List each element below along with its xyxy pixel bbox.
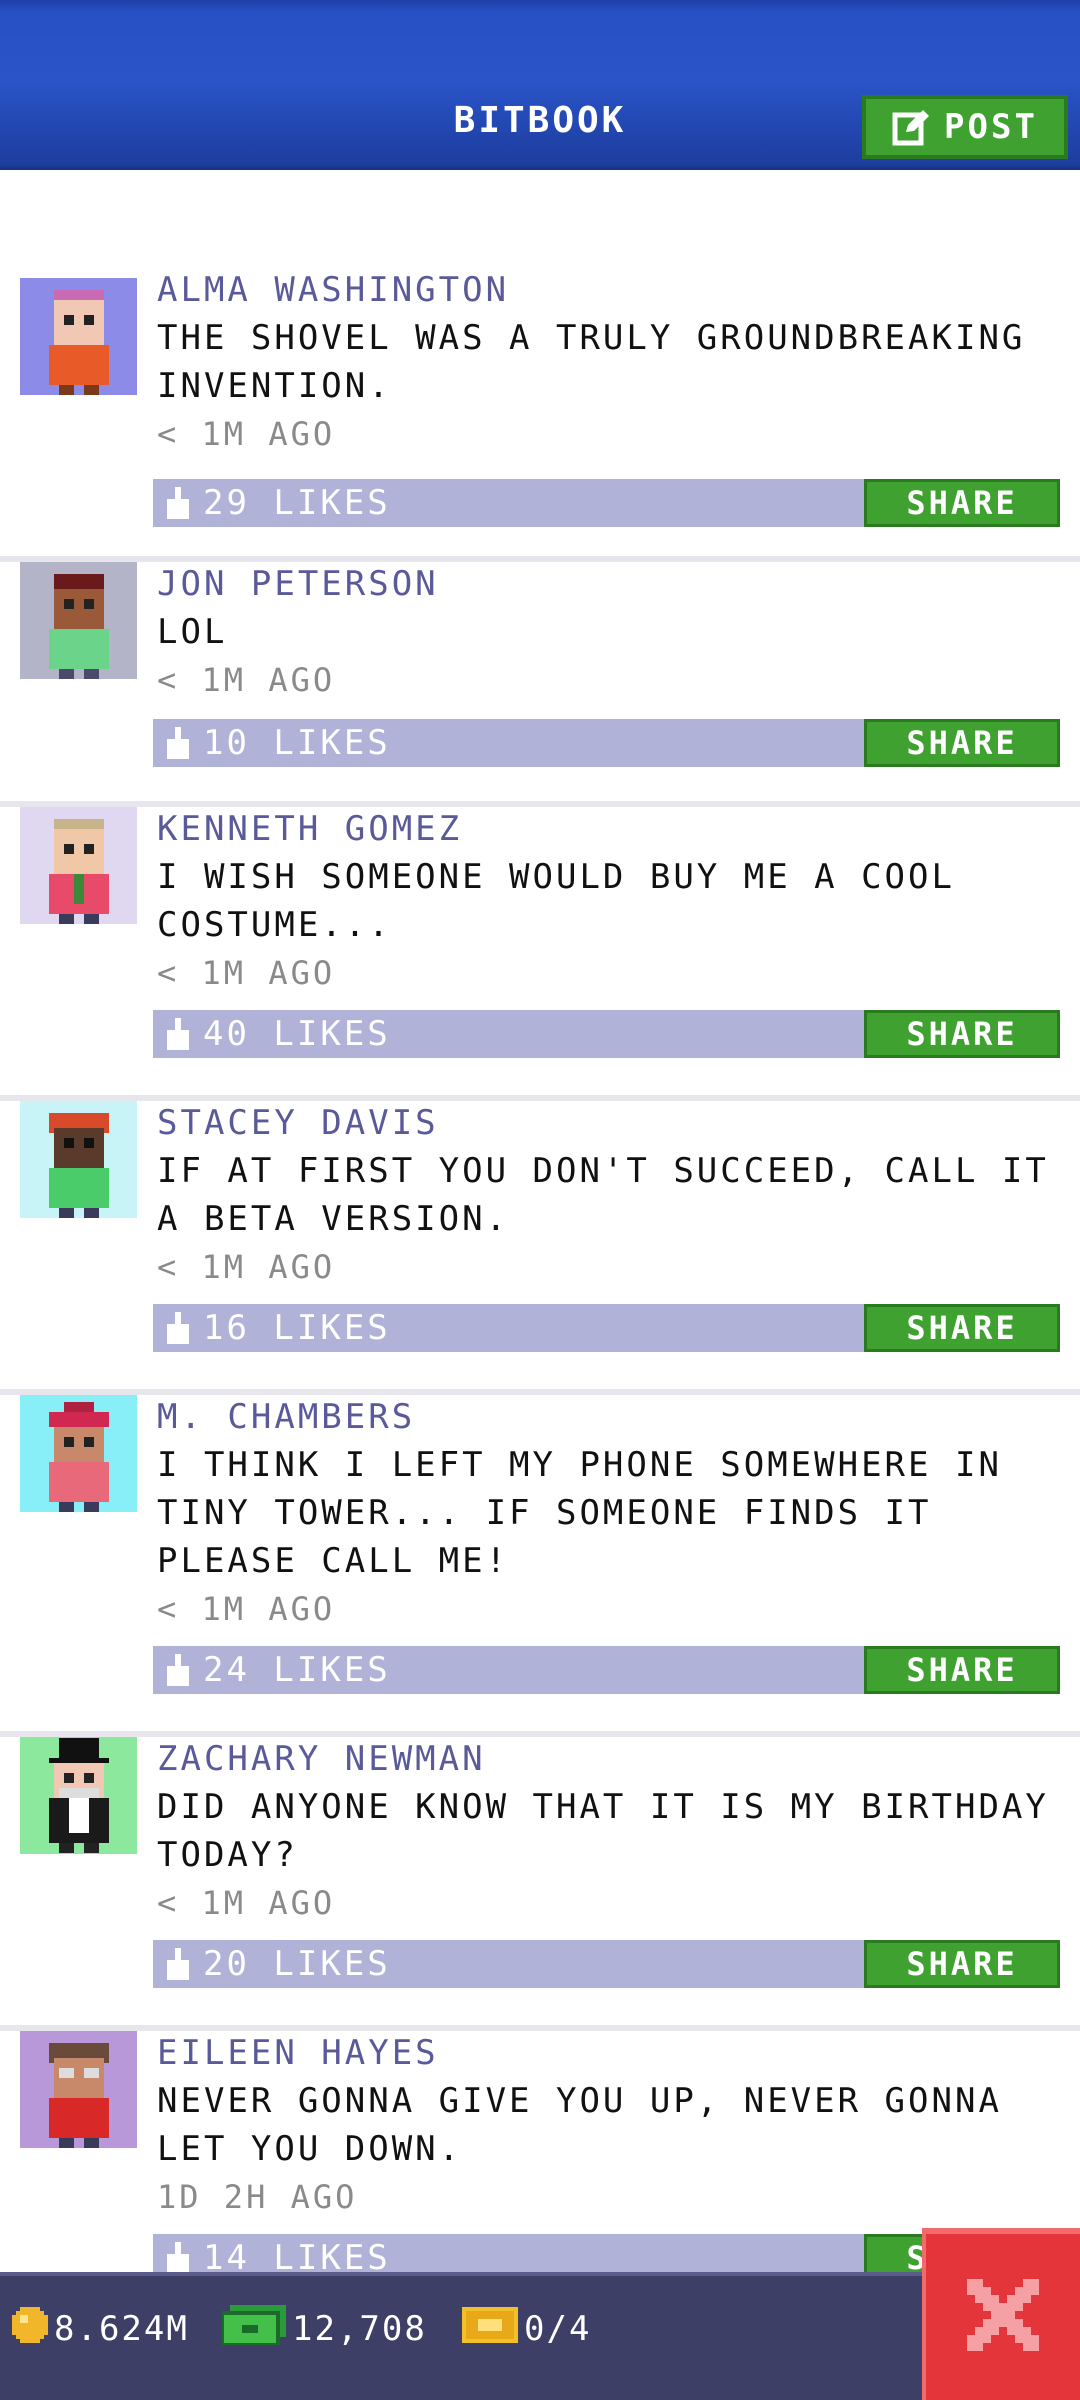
bux-icon	[220, 2304, 286, 2354]
post-author[interactable]: ZACHARY NEWMAN	[157, 1737, 1062, 1781]
post-author[interactable]: STACEY DAVIS	[157, 1101, 1062, 1145]
like-icon[interactable]	[165, 2242, 191, 2276]
post-timestamp: < 1M AGO	[157, 415, 336, 453]
like-icon[interactable]	[165, 1654, 191, 1688]
tickets-stat: 0/4	[462, 2304, 591, 2354]
post-content: KENNETH GOMEZ I WISH SOMEONE WOULD BUY M…	[157, 807, 1062, 995]
feed-post: ALMA WASHINGTON THE SHOVEL WAS A TRULY G…	[0, 268, 1080, 562]
likes-count: 40 LIKES	[203, 1014, 391, 1054]
like-icon[interactable]	[165, 1948, 191, 1982]
share-button[interactable]: SHARE	[864, 1304, 1060, 1352]
post-content: JON PETERSON LOL < 1M AGO	[157, 562, 1062, 702]
like-icon[interactable]	[165, 1018, 191, 1052]
coins-value: 8.624M	[54, 2309, 189, 2349]
post-message: THE SHOVEL WAS A TRULY GROUNDBREAKING IN…	[157, 318, 1026, 406]
post-timestamp: < 1M AGO	[157, 661, 336, 699]
compose-icon	[892, 108, 930, 146]
close-button[interactable]	[922, 2228, 1080, 2400]
likes-bar: 29 LIKES SHARE	[153, 479, 1060, 527]
bux-stat: 12,708	[220, 2304, 427, 2354]
feed-post: ZACHARY NEWMAN DID ANYONE KNOW THAT IT I…	[0, 1737, 1080, 2031]
post-timestamp: < 1M AGO	[157, 954, 336, 992]
feed-post: KENNETH GOMEZ I WISH SOMEONE WOULD BUY M…	[0, 807, 1080, 1101]
post-content: EILEEN HAYES NEVER GONNA GIVE YOU UP, NE…	[157, 2031, 1062, 2219]
resource-bar: 8.624M 12,708 0/4	[0, 2272, 1080, 2400]
app-header: BITBOOK POST	[0, 0, 1080, 170]
likes-count: 29 LIKES	[203, 483, 391, 523]
avatar	[20, 1737, 137, 1854]
post-author[interactable]: JON PETERSON	[157, 562, 1062, 606]
post-message: LOL	[157, 612, 228, 652]
post-button[interactable]: POST	[862, 95, 1068, 159]
avatar	[20, 278, 137, 395]
post-content: M. CHAMBERS I THINK I LEFT MY PHONE SOME…	[157, 1395, 1062, 1631]
post-message: NEVER GONNA GIVE YOU UP, NEVER GONNA LET…	[157, 2081, 1002, 2169]
post-timestamp: < 1M AGO	[157, 1248, 336, 1286]
ticket-icon	[462, 2306, 518, 2352]
share-button[interactable]: SHARE	[864, 1646, 1060, 1694]
likes-bar: 10 LIKES SHARE	[153, 719, 1060, 767]
avatar	[20, 807, 137, 924]
bux-value: 12,708	[292, 2309, 427, 2349]
post-content: ZACHARY NEWMAN DID ANYONE KNOW THAT IT I…	[157, 1737, 1062, 1925]
feed-post: JON PETERSON LOL < 1M AGO 10 LIKES SHARE	[0, 562, 1080, 807]
post-content: STACEY DAVIS IF AT FIRST YOU DON'T SUCCE…	[157, 1101, 1062, 1289]
likes-count: 10 LIKES	[203, 723, 391, 763]
post-message: I THINK I LEFT MY PHONE SOMEWHERE IN TIN…	[157, 1445, 1002, 1581]
post-author[interactable]: M. CHAMBERS	[157, 1395, 1062, 1439]
avatar	[20, 562, 137, 679]
bitbook-feed[interactable]: ALMA WASHINGTON THE SHOVEL WAS A TRULY G…	[0, 268, 1080, 2331]
post-content: ALMA WASHINGTON THE SHOVEL WAS A TRULY G…	[157, 268, 1062, 456]
post-author[interactable]: ALMA WASHINGTON	[157, 268, 1062, 312]
share-button[interactable]: SHARE	[864, 1010, 1060, 1058]
likes-count: 24 LIKES	[203, 1650, 391, 1690]
avatar	[20, 1395, 137, 1512]
post-author[interactable]: EILEEN HAYES	[157, 2031, 1062, 2075]
likes-bar: 16 LIKES SHARE	[153, 1304, 1060, 1352]
post-message: IF AT FIRST YOU DON'T SUCCEED, CALL IT A…	[157, 1151, 1049, 1239]
likes-bar: 40 LIKES SHARE	[153, 1010, 1060, 1058]
avatar	[20, 2031, 137, 2148]
coins-stat: 8.624M	[12, 2304, 189, 2354]
likes-count: 16 LIKES	[203, 1308, 391, 1348]
coin-icon	[12, 2306, 48, 2352]
share-button[interactable]: SHARE	[864, 479, 1060, 527]
feed-post: M. CHAMBERS I THINK I LEFT MY PHONE SOME…	[0, 1395, 1080, 1737]
avatar	[20, 1101, 137, 1218]
post-button-label: POST	[944, 107, 1038, 147]
share-button[interactable]: SHARE	[864, 1940, 1060, 1988]
likes-bar: 24 LIKES SHARE	[153, 1646, 1060, 1694]
share-button[interactable]: SHARE	[864, 719, 1060, 767]
post-timestamp: < 1M AGO	[157, 1590, 336, 1628]
post-timestamp: < 1M AGO	[157, 1884, 336, 1922]
like-icon[interactable]	[165, 727, 191, 761]
likes-count: 20 LIKES	[203, 1944, 391, 1984]
tickets-value: 0/4	[524, 2309, 592, 2349]
post-timestamp: 1D 2H AGO	[157, 2178, 358, 2216]
feed-post: STACEY DAVIS IF AT FIRST YOU DON'T SUCCE…	[0, 1101, 1080, 1395]
post-message: DID ANYONE KNOW THAT IT IS MY BIRTHDAY T…	[157, 1787, 1049, 1875]
like-icon[interactable]	[165, 1312, 191, 1346]
close-icon	[967, 2279, 1039, 2355]
likes-bar: 20 LIKES SHARE	[153, 1940, 1060, 1988]
like-icon[interactable]	[165, 487, 191, 521]
post-author[interactable]: KENNETH GOMEZ	[157, 807, 1062, 851]
post-message: I WISH SOMEONE WOULD BUY ME A COOL COSTU…	[157, 857, 955, 945]
